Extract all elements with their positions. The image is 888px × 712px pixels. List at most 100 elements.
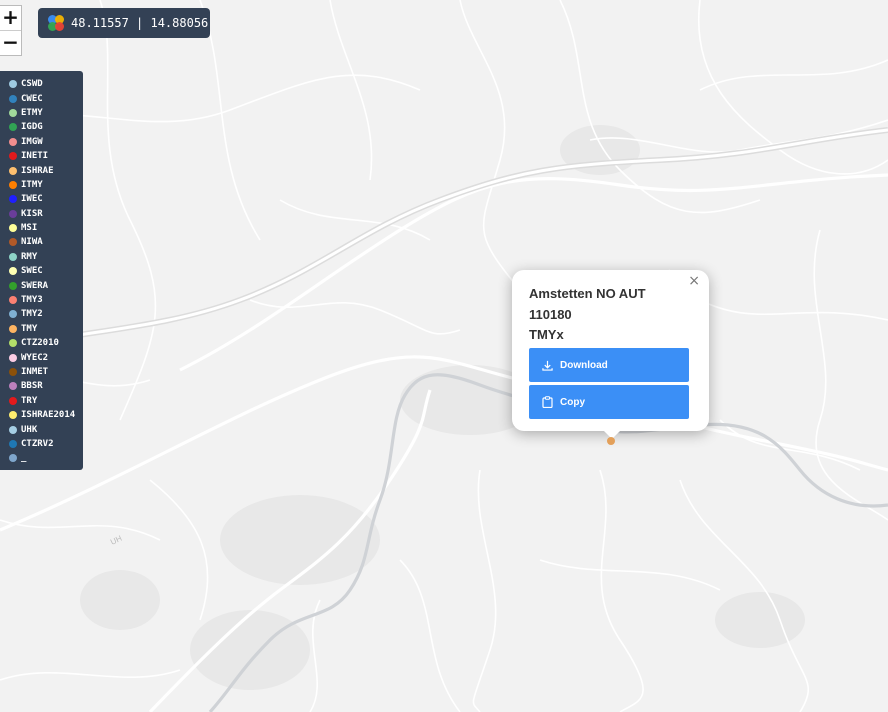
legend-label: CTZRV2 (21, 438, 54, 449)
legend-item[interactable]: CTZ2010 (0, 336, 83, 350)
legend-color-dot (9, 252, 17, 261)
legend-item[interactable]: BBSR (0, 379, 83, 393)
legend-label: TMY (21, 323, 38, 334)
dataset-type: TMYx (529, 327, 564, 342)
legend-color-dot (9, 324, 17, 333)
clipboard-icon (542, 396, 553, 408)
legend-label: INETI (21, 151, 49, 162)
download-icon (542, 360, 553, 371)
legend-label: IWEC (21, 194, 43, 205)
legend-label: IGDG (21, 122, 43, 133)
legend-color-dot (9, 396, 17, 405)
legend-item[interactable]: IMGW (0, 135, 83, 149)
legend-item[interactable]: TRY (0, 394, 83, 408)
coordinates-display: 48.11557 | 14.88056 (38, 8, 210, 38)
legend-item[interactable]: NIWA (0, 235, 83, 249)
legend-color-dot (9, 310, 17, 319)
legend-color-dot (9, 382, 17, 391)
close-icon[interactable]: × (688, 273, 700, 289)
legend-label: ISHRAE2014 (21, 410, 76, 421)
legend-color-dot (9, 425, 17, 434)
legend-label: ITMY (21, 179, 43, 190)
legend-item[interactable]: RMY (0, 250, 83, 264)
legend-color-dot (9, 439, 17, 448)
legend-item[interactable]: WYEC2 (0, 350, 83, 364)
legend-item[interactable]: CSWD (0, 77, 83, 91)
legend-item[interactable]: TMY (0, 322, 83, 336)
legend-color-dot (9, 224, 17, 233)
copy-button[interactable]: Copy (529, 385, 689, 419)
legend-color-dot (9, 152, 17, 161)
legend-color-dot (9, 281, 17, 290)
legend-item[interactable]: IGDG (0, 120, 83, 134)
legend-color-dot (9, 94, 17, 103)
legend-label: NIWA (21, 237, 43, 248)
legend-item[interactable]: CTZRV2 (0, 437, 83, 451)
legend-item[interactable]: TMY2 (0, 307, 83, 321)
legend-item[interactable]: INETI (0, 149, 83, 163)
legend-color-dot (9, 454, 17, 463)
legend-item[interactable]: ISHRAE2014 (0, 408, 83, 422)
legend-label: CSWD (21, 79, 43, 90)
legend-label: ETMY (21, 107, 43, 118)
globe-logo-icon (48, 15, 64, 31)
legend-color-dot (9, 267, 17, 276)
zoom-in-button[interactable]: + (0, 6, 21, 30)
legend-item[interactable]: TMY3 (0, 293, 83, 307)
legend-color-dot (9, 108, 17, 117)
copy-label: Copy (560, 396, 585, 408)
legend-label: INMET (21, 367, 49, 377)
legend-item[interactable]: ISHRAE (0, 163, 83, 177)
legend-label: SWEC (21, 266, 43, 277)
legend-color-dot (9, 411, 17, 420)
legend-color-dot (9, 137, 17, 146)
map-canvas[interactable]: UH (0, 0, 888, 712)
station-popup: × Amstetten NO AUT 110180 TMYx Download … (512, 270, 709, 439)
legend-item[interactable]: MSI (0, 221, 83, 235)
download-button[interactable]: Download (529, 348, 689, 382)
legend-label: ISHRAE (21, 165, 54, 176)
legend-label: SWERA (21, 280, 49, 291)
legend-color-dot (9, 80, 17, 89)
legend-color-dot (9, 238, 17, 247)
legend-label: IMGW (21, 136, 43, 147)
legend-label: KISR (21, 208, 43, 219)
legend-color-dot (9, 123, 17, 132)
legend-item[interactable]: KISR (0, 207, 83, 221)
station-name: Amstetten NO AUT (529, 286, 646, 301)
legend-color-dot (9, 368, 17, 376)
legend-item[interactable]: INMET (0, 365, 83, 379)
legend-color-dot (9, 180, 17, 189)
legend-label: _ (21, 453, 27, 464)
legend-label: RMY (21, 251, 38, 262)
legend-color-dot (9, 296, 17, 305)
legend-item[interactable]: ETMY (0, 106, 83, 120)
legend-color-dot (9, 339, 17, 348)
legend-label: MSI (21, 223, 38, 234)
zoom-control: + − (0, 5, 22, 56)
legend: CSWD CWEC ETMY IGDG IMGW INETI ISHRAE ITMY IWEC K… (0, 71, 83, 470)
legend-label: CWEC (21, 93, 43, 104)
legend-item[interactable]: UHK (0, 422, 83, 436)
zoom-out-button[interactable]: − (0, 30, 21, 55)
legend-label: WYEC2 (21, 352, 49, 363)
legend-color-dot (9, 166, 17, 175)
station-id: 110180 (529, 306, 572, 322)
legend-item[interactable]: _ (0, 451, 83, 465)
legend-color-dot (9, 353, 17, 362)
legend-label: TMY3 (21, 295, 43, 306)
station-marker[interactable] (607, 437, 615, 445)
coordinates-text: 48.11557 | 14.88056 (71, 16, 209, 30)
legend-color-dot (9, 195, 17, 204)
legend-label: TRY (21, 395, 38, 406)
legend-label: BBSR (21, 381, 43, 392)
legend-label: CTZ2010 (21, 338, 59, 349)
legend-item[interactable]: ITMY (0, 178, 83, 192)
legend-label: TMY2 (21, 309, 43, 320)
legend-color-dot (9, 209, 17, 218)
legend-item[interactable]: IWEC (0, 192, 83, 206)
download-label: Download (560, 359, 608, 371)
legend-item[interactable]: SWERA (0, 278, 83, 292)
legend-item[interactable]: SWEC (0, 264, 83, 278)
legend-item[interactable]: CWEC (0, 91, 83, 105)
